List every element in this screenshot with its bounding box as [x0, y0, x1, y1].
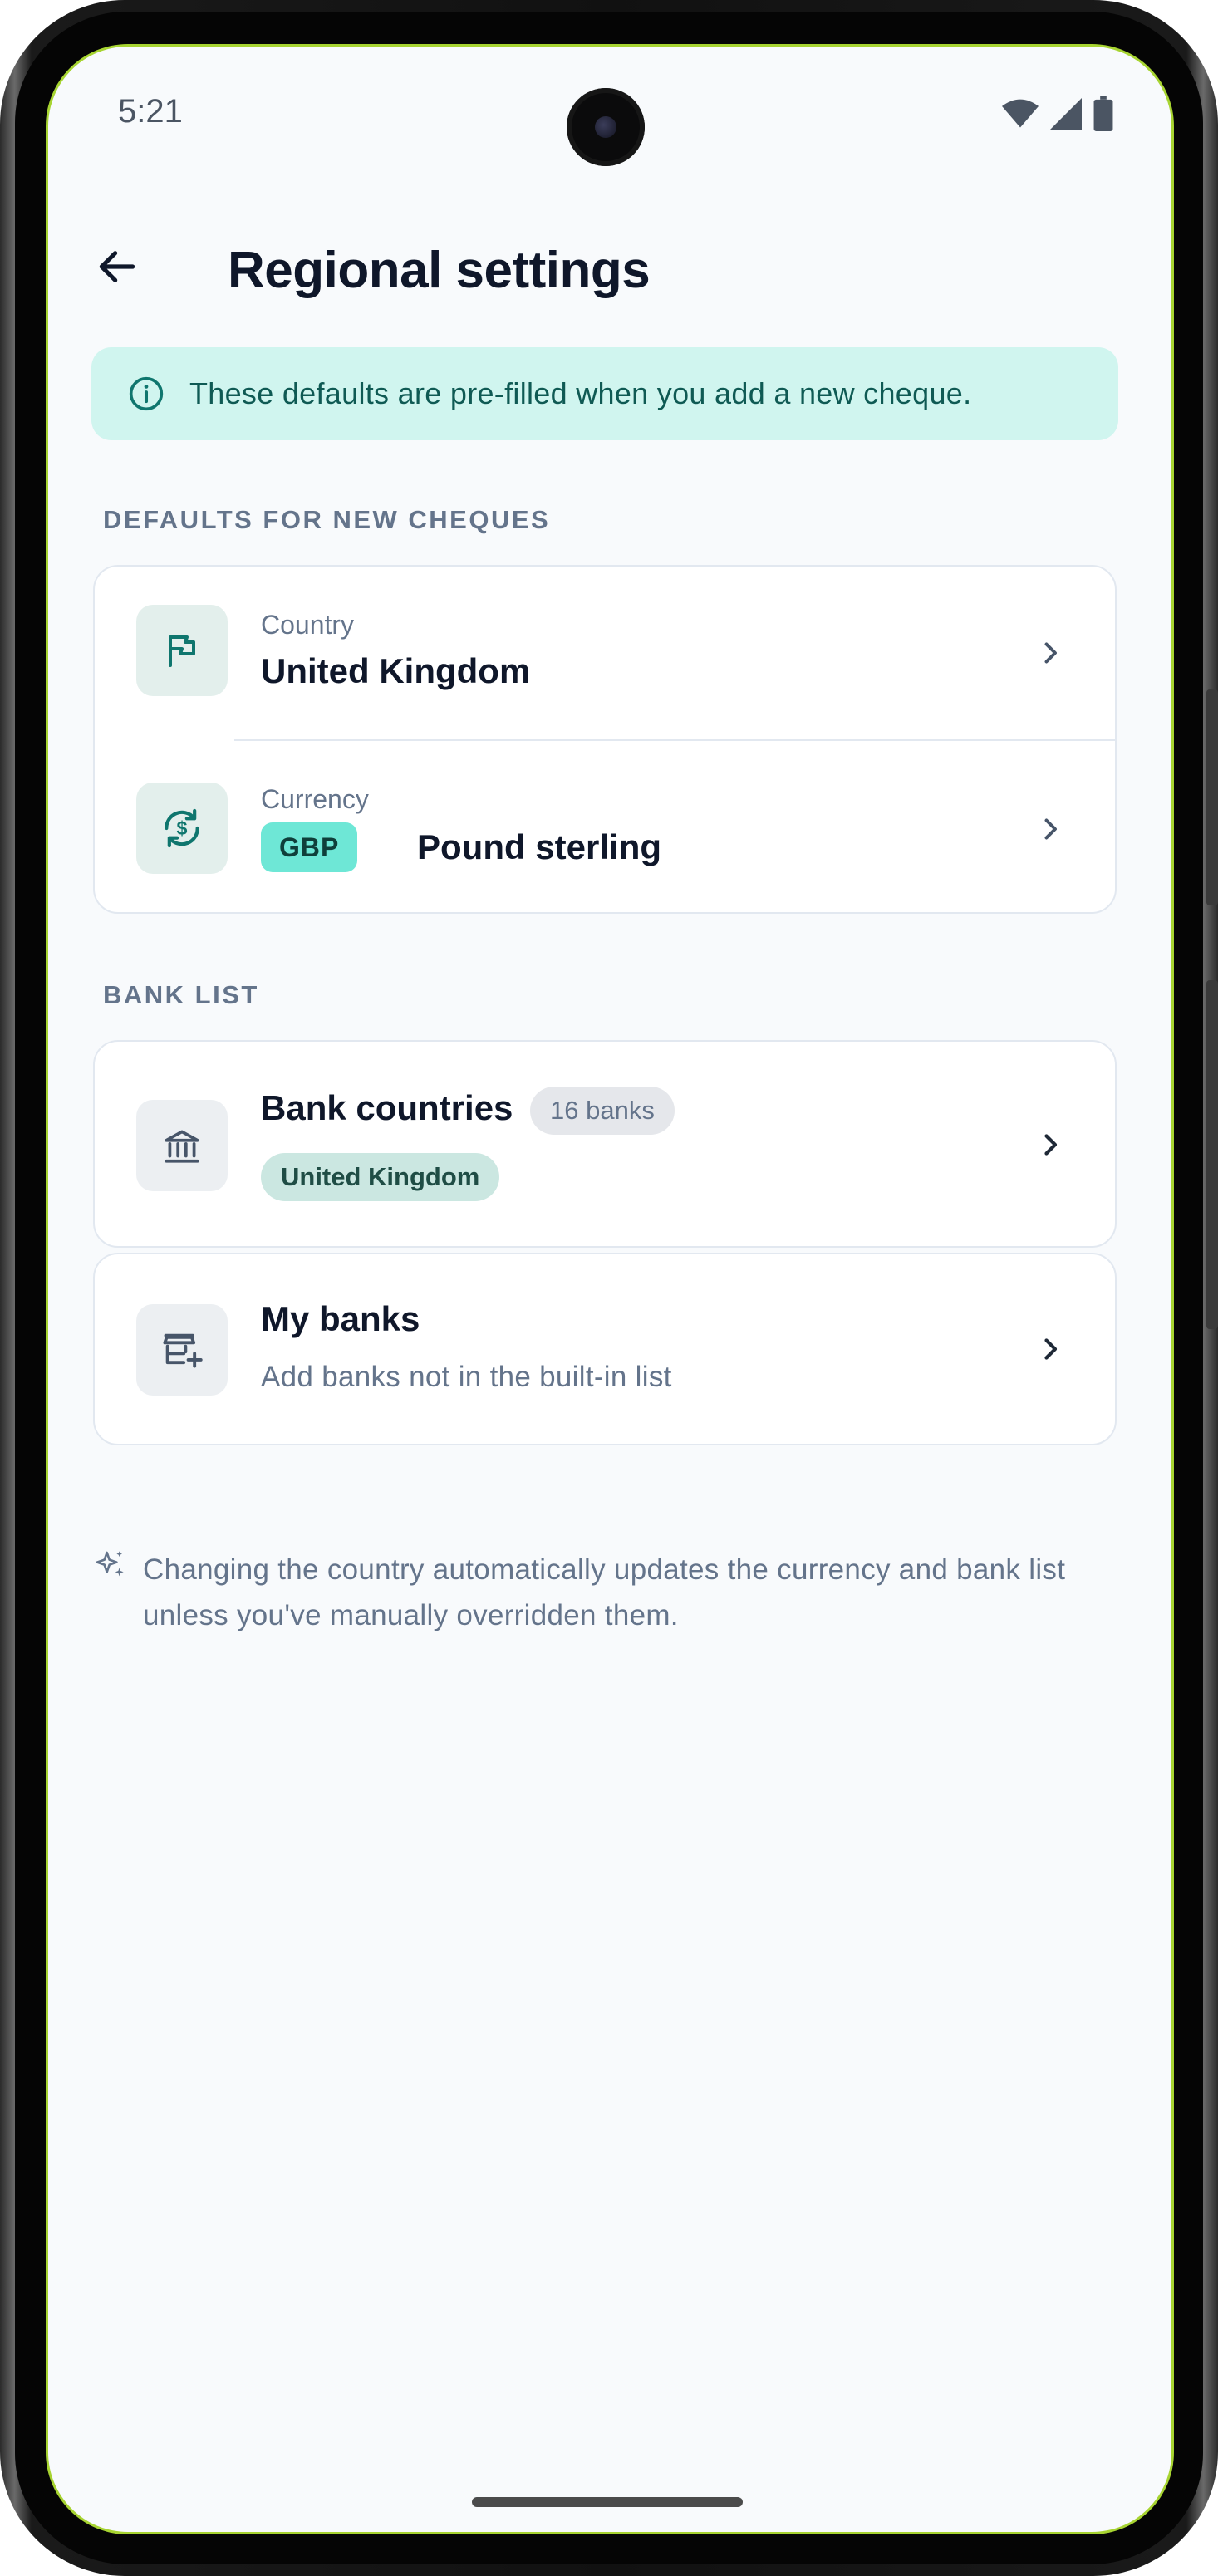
power-button [1206, 980, 1218, 1329]
front-camera [567, 88, 645, 166]
screen: 5:21 Regional settings These defaults ar… [48, 47, 1171, 2532]
sparkle-icon [96, 1551, 124, 1577]
section-label-bank-list: BANK LIST [103, 980, 259, 1009]
bank-count-badge: 16 banks [530, 1087, 675, 1135]
chevron-right-icon [1044, 818, 1057, 840]
info-icon [129, 376, 164, 411]
top-app-bar: Regional settings [48, 221, 1171, 312]
my-banks-subtitle: Add banks not in the built-in list [261, 1361, 672, 1393]
currency-label: Currency [261, 784, 369, 814]
currency-row[interactable]: $ Currency GBP Pound sterling [95, 741, 1115, 912]
my-banks-title: My banks [261, 1299, 420, 1338]
back-arrow-icon [99, 251, 135, 282]
info-banner-text: These defaults are pre-filled when you a… [189, 376, 972, 410]
my-banks-card[interactable]: My banks Add banks not in the built-in l… [93, 1253, 1117, 1445]
defaults-card: Country United Kingdom $ Currency GBP Po… [93, 565, 1117, 914]
wifi-icon [1002, 99, 1039, 128]
section-label-defaults: DEFAULTS FOR NEW CHEQUES [103, 505, 551, 534]
bank-icon-tile [136, 1100, 228, 1191]
bank-countries-card[interactable]: Bank countries 16 banks United Kingdom [93, 1040, 1117, 1248]
signal-icon [1050, 98, 1082, 130]
my-banks-icon-tile [136, 1304, 228, 1396]
bank-countries-title: Bank countries [261, 1088, 513, 1127]
back-button[interactable] [90, 239, 145, 294]
country-icon-tile [136, 605, 228, 696]
info-banner: These defaults are pre-filled when you a… [91, 347, 1118, 440]
footnote: Changing the country automatically updat… [143, 1553, 1066, 1631]
currency-code-chip: GBP [261, 822, 358, 872]
flag-icon [169, 635, 195, 667]
status-time: 5:21 [118, 93, 183, 130]
chevron-right-icon [1044, 1338, 1058, 1360]
currency-icon-tile: $ [136, 783, 228, 874]
page-title: Regional settings [228, 242, 651, 299]
svg-text:$: $ [177, 817, 188, 839]
country-label: Country [261, 610, 355, 640]
country-value: United Kingdom [261, 651, 531, 690]
bank-icon [165, 1130, 199, 1163]
status-icons [1002, 96, 1113, 131]
battery-icon [1093, 96, 1113, 131]
bank-country-chip: United Kingdom [261, 1153, 500, 1201]
chevron-right-icon [1044, 642, 1057, 664]
currency-exchange-icon: $ [165, 808, 199, 848]
country-row[interactable]: Country United Kingdom [95, 567, 1115, 741]
currency-value: Pound sterling [417, 827, 661, 866]
store-add-icon [163, 1333, 203, 1368]
chevron-right-icon [1044, 1134, 1058, 1156]
volume-button [1206, 689, 1218, 905]
home-indicator[interactable] [472, 2497, 743, 2507]
